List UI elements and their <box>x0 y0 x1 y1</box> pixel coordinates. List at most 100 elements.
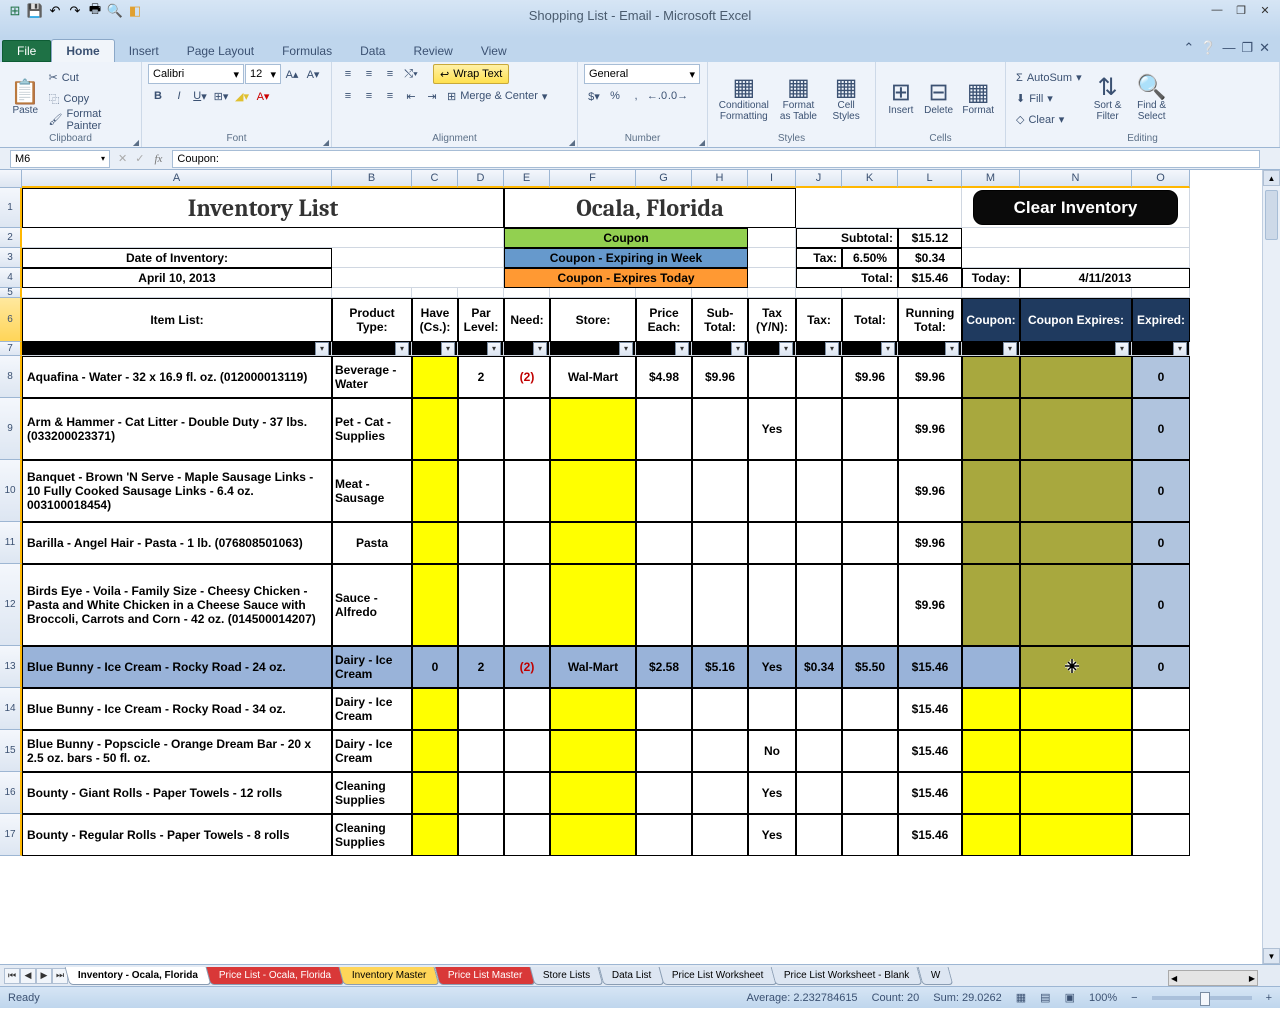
cell-10-taxyn[interactable] <box>748 460 796 522</box>
cell-17-sub[interactable] <box>692 814 748 856</box>
cell-10-coupon[interactable] <box>962 460 1020 522</box>
cell-13-need[interactable]: (2) <box>504 646 550 688</box>
cell-17-item[interactable]: Bounty - Regular Rolls - Paper Towels - … <box>22 814 332 856</box>
cell-9-taxyn[interactable]: Yes <box>748 398 796 460</box>
cell-15-need[interactable] <box>504 730 550 772</box>
format-cells-button[interactable]: ▦Format <box>957 68 999 130</box>
row-header-13[interactable]: 13 <box>0 646 22 688</box>
cell-8-type[interactable]: Beverage - Water <box>332 356 412 398</box>
cell-10-expired[interactable]: 0 <box>1132 460 1190 522</box>
header-0[interactable]: Item List: <box>22 298 332 342</box>
row-header-5[interactable]: 5 <box>0 288 22 298</box>
cell-13-total[interactable]: $5.50 <box>842 646 898 688</box>
tab-formulas[interactable]: Formulas <box>268 40 346 62</box>
cell-12-sub[interactable] <box>692 564 748 646</box>
clear-inventory-button[interactable]: Clear Inventory <box>962 188 1190 228</box>
wb-close-icon[interactable]: ✕ <box>1259 40 1270 56</box>
filter-2[interactable]: ▾ <box>412 342 458 356</box>
cell-17-type[interactable]: Cleaning Supplies <box>332 814 412 856</box>
cell-8-taxyn[interactable] <box>748 356 796 398</box>
sheet-tab[interactable]: Inventory - Ocala, Florida <box>65 967 212 985</box>
cell-14-par[interactable] <box>458 688 504 730</box>
column-header-H[interactable]: H <box>692 170 748 188</box>
filter-0[interactable]: ▾ <box>22 342 332 356</box>
cell-10-par[interactable] <box>458 460 504 522</box>
minimize-icon[interactable]: — <box>1206 2 1228 18</box>
cell-13-run[interactable]: $15.46 <box>898 646 962 688</box>
zoom-in-icon[interactable]: + <box>1266 992 1272 1004</box>
cell-17-par[interactable] <box>458 814 504 856</box>
sheet-tab[interactable]: Price List Master <box>434 967 535 985</box>
cell-11-par[interactable] <box>458 522 504 564</box>
cell-11-run[interactable]: $9.96 <box>898 522 962 564</box>
filter-13[interactable]: ▾ <box>1020 342 1132 356</box>
cell-17-coupon[interactable] <box>962 814 1020 856</box>
cell-16-need[interactable] <box>504 772 550 814</box>
copy-button[interactable]: ⿻Copy <box>45 89 136 109</box>
cell-16-store[interactable] <box>550 772 636 814</box>
cell-11-coupon-exp[interactable] <box>1020 522 1132 564</box>
header-9[interactable]: Tax: <box>796 298 842 342</box>
inventory-title[interactable]: Inventory List <box>22 188 504 228</box>
cell-12-price[interactable] <box>636 564 692 646</box>
cell-17-run[interactable]: $15.46 <box>898 814 962 856</box>
view-break-icon[interactable]: ▣ <box>1065 991 1075 1004</box>
cell-13-item[interactable]: Blue Bunny - Ice Cream - Rocky Road - 24… <box>22 646 332 688</box>
cell-9-coupon[interactable] <box>962 398 1020 460</box>
tax-value[interactable]: $0.34 <box>898 248 962 268</box>
row-header-9[interactable]: 9 <box>0 398 22 460</box>
cell-14-have[interactable] <box>412 688 458 730</box>
tax-label[interactable]: Tax: <box>796 248 842 268</box>
sheet-tab[interactable]: Store Lists <box>530 967 604 985</box>
cell-10-tax[interactable] <box>796 460 842 522</box>
cell-15-price[interactable] <box>636 730 692 772</box>
cell-10-run[interactable]: $9.96 <box>898 460 962 522</box>
cell-16-item[interactable]: Bounty - Giant Rolls - Paper Towels - 12… <box>22 772 332 814</box>
cell-12-coupon-exp[interactable] <box>1020 564 1132 646</box>
cell-11-expired[interactable]: 0 <box>1132 522 1190 564</box>
cell-styles-button[interactable]: ▦Cell Styles <box>823 68 869 130</box>
row-header-1[interactable]: 1 <box>0 188 22 228</box>
vertical-scrollbar[interactable]: ▲ ▼ <box>1262 170 1280 964</box>
comma-icon[interactable]: , <box>626 86 646 106</box>
legend-expiring[interactable]: Coupon - Expiring in Week <box>504 248 748 268</box>
cancel-icon[interactable]: ✕ <box>114 152 131 165</box>
cell-17-have[interactable] <box>412 814 458 856</box>
filter-12[interactable]: ▾ <box>962 342 1020 356</box>
scroll-thumb[interactable] <box>1265 190 1278 240</box>
cell-12-type[interactable]: Sauce - Alfredo <box>332 564 412 646</box>
header-5[interactable]: Store: <box>550 298 636 342</box>
cell-14-need[interactable] <box>504 688 550 730</box>
decrease-decimal-icon[interactable]: .0→ <box>668 86 688 106</box>
total-label[interactable]: Total: <box>796 268 898 288</box>
cell-17-tax[interactable] <box>796 814 842 856</box>
column-header-B[interactable]: B <box>332 170 412 188</box>
prev-sheet-icon[interactable]: ◀ <box>20 968 36 984</box>
cell-15-total[interactable] <box>842 730 898 772</box>
header-4[interactable]: Need: <box>504 298 550 342</box>
column-header-N[interactable]: N <box>1020 170 1132 188</box>
cell-13-par[interactable]: 2 <box>458 646 504 688</box>
filter-dropdown-icon[interactable]: ▾ <box>1173 342 1187 356</box>
cell-13-type[interactable]: Dairy - Ice Cream <box>332 646 412 688</box>
cell-17-coupon-exp[interactable] <box>1020 814 1132 856</box>
cell-14-store[interactable] <box>550 688 636 730</box>
spreadsheet-grid[interactable]: ABCDEFGHIJKLMNO 123456789101112131415161… <box>0 170 1280 964</box>
zoom-level[interactable]: 100% <box>1089 992 1117 1004</box>
row-header-2[interactable]: 2 <box>0 228 22 248</box>
increase-decimal-icon[interactable]: ←.0 <box>647 86 667 106</box>
date-inventory-label[interactable]: Date of Inventory: <box>22 248 332 268</box>
zoom-out-icon[interactable]: − <box>1131 992 1137 1004</box>
filter-11[interactable]: ▾ <box>898 342 962 356</box>
delete-cells-button[interactable]: ⊟Delete <box>920 68 958 130</box>
column-header-M[interactable]: M <box>962 170 1020 188</box>
cell-12-store[interactable] <box>550 564 636 646</box>
custom-icon[interactable]: ◧ <box>126 2 144 20</box>
sheet-tab[interactable]: Inventory Master <box>339 967 440 985</box>
filter-5[interactable]: ▾ <box>550 342 636 356</box>
cell-17-need[interactable] <box>504 814 550 856</box>
find-select-button[interactable]: 🔍Find & Select <box>1130 68 1174 130</box>
cell-17-store[interactable] <box>550 814 636 856</box>
number-format-combo[interactable]: General▾ <box>584 64 700 84</box>
cell-10-coupon-exp[interactable] <box>1020 460 1132 522</box>
